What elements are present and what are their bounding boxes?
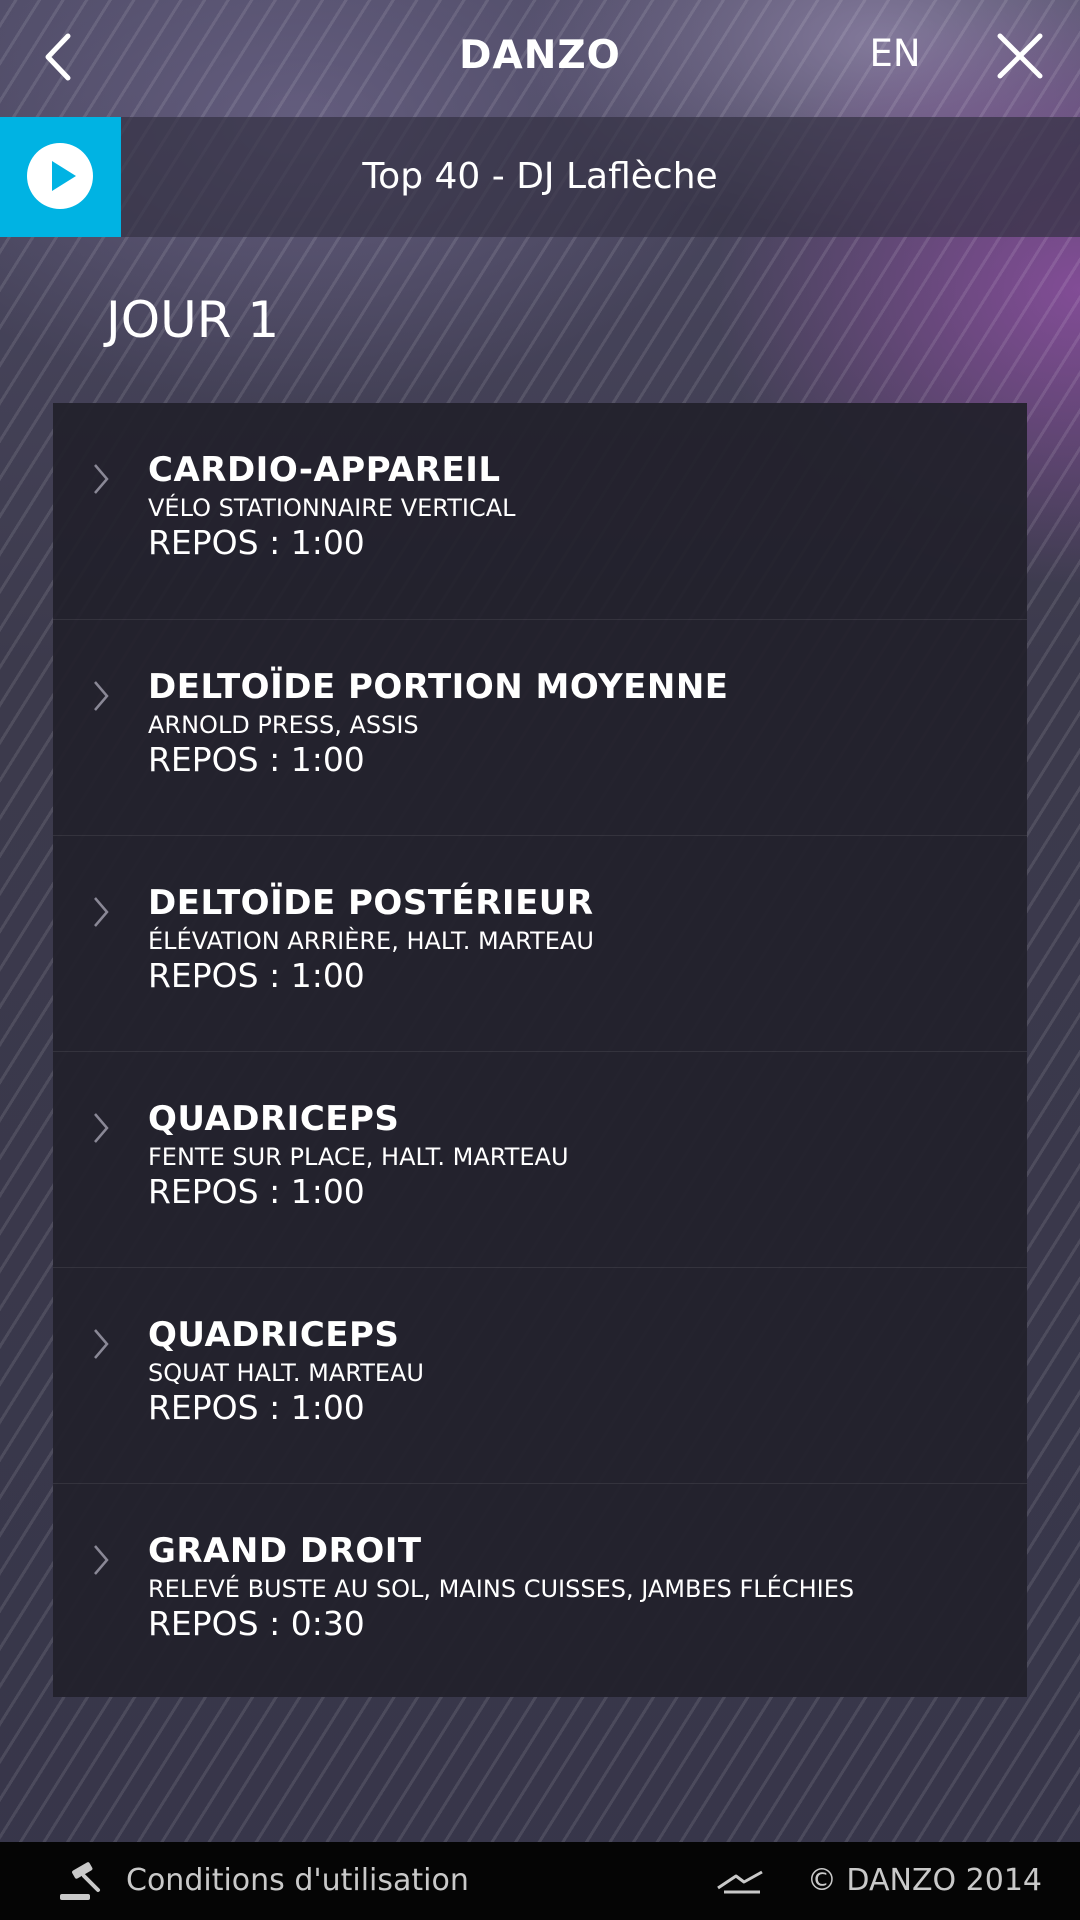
play-icon	[27, 143, 93, 209]
danzo-logo-icon	[717, 1870, 763, 1894]
exercise-rest: REPOS : 1:00	[148, 523, 365, 562]
exercise-item[interactable]: GRAND DROIT RELEVÉ BUSTE AU SOL, MAINS C…	[53, 1483, 1027, 1699]
exercise-item[interactable]: DELTOÏDE POSTÉRIEUR ÉLÉVATION ARRIÈRE, H…	[53, 835, 1027, 1051]
exercise-rest: REPOS : 1:00	[148, 1388, 365, 1427]
day-title: JOUR 1	[106, 291, 280, 349]
copyright-label: © DANZO 2014	[806, 1863, 1042, 1898]
music-player-bar: Top 40 - DJ Laflèche	[0, 117, 1080, 237]
exercise-subtitle: RELEVÉ BUSTE AU SOL, MAINS CUISSES, JAMB…	[148, 1575, 855, 1603]
chevron-right-icon	[94, 1113, 109, 1143]
language-toggle[interactable]: EN	[855, 28, 935, 80]
exercise-subtitle: VÉLO STATIONNAIRE VERTICAL	[148, 494, 516, 522]
exercise-subtitle: SQUAT HALT. MARTEAU	[148, 1359, 424, 1387]
exercise-list: CARDIO-APPAREIL VÉLO STATIONNAIRE VERTIC…	[53, 403, 1027, 1697]
exercise-name: CARDIO-APPAREIL	[148, 450, 501, 490]
exercise-name: QUADRICEPS	[148, 1315, 400, 1355]
exercise-name: DELTOÏDE POSTÉRIEUR	[148, 883, 594, 923]
chevron-right-icon	[94, 681, 109, 711]
exercise-subtitle: ÉLÉVATION ARRIÈRE, HALT. MARTEAU	[148, 927, 594, 955]
gavel-icon	[60, 1862, 100, 1900]
chevron-right-icon	[94, 1329, 109, 1359]
exercise-item[interactable]: QUADRICEPS FENTE SUR PLACE, HALT. MARTEA…	[53, 1051, 1027, 1267]
exercise-item[interactable]: DELTOÏDE PORTION MOYENNE ARNOLD PRESS, A…	[53, 619, 1027, 835]
play-button[interactable]	[0, 117, 121, 237]
top-bar: DANZO EN	[0, 0, 1080, 115]
exercise-rest: REPOS : 1:00	[148, 740, 365, 779]
exercise-item[interactable]: CARDIO-APPAREIL VÉLO STATIONNAIRE VERTIC…	[53, 403, 1027, 619]
exercise-rest: REPOS : 0:30	[148, 1604, 365, 1643]
app-title: DANZO	[459, 33, 621, 78]
close-button[interactable]	[992, 28, 1048, 84]
exercise-rest: REPOS : 1:00	[148, 956, 365, 995]
exercise-name: GRAND DROIT	[148, 1531, 422, 1571]
back-button[interactable]	[34, 22, 90, 92]
exercise-name: DELTOÏDE PORTION MOYENNE	[148, 667, 729, 707]
footer: Conditions d'utilisation © DANZO 2014	[0, 1842, 1080, 1920]
exercise-name: QUADRICEPS	[148, 1099, 400, 1139]
exercise-item[interactable]: QUADRICEPS SQUAT HALT. MARTEAU REPOS : 1…	[53, 1267, 1027, 1483]
chevron-right-icon	[94, 897, 109, 927]
terms-label: Conditions d'utilisation	[126, 1863, 469, 1898]
chevron-right-icon	[94, 1545, 109, 1575]
chevron-right-icon	[94, 464, 109, 494]
track-title: Top 40 - DJ Laflèche	[362, 156, 718, 197]
close-icon	[997, 33, 1043, 79]
exercise-subtitle: FENTE SUR PLACE, HALT. MARTEAU	[148, 1143, 569, 1171]
chevron-left-icon	[45, 33, 71, 81]
exercise-rest: REPOS : 1:00	[148, 1172, 365, 1211]
exercise-subtitle: ARNOLD PRESS, ASSIS	[148, 711, 419, 739]
